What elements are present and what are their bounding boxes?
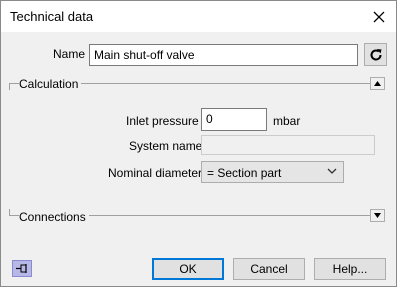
inlet-pressure-input[interactable]: 0 <box>201 108 267 131</box>
ok-button[interactable]: OK <box>152 258 224 280</box>
inlet-pressure-label: Inlet pressure <box>126 114 199 128</box>
connections-expand-button[interactable] <box>370 209 385 222</box>
calculation-header: Calculation <box>19 77 82 91</box>
close-button[interactable] <box>362 1 396 32</box>
help-button[interactable]: Help... <box>314 258 386 280</box>
system-name-label: System name <box>129 139 203 153</box>
title-bar: Technical data <box>1 1 396 32</box>
window-title: Technical data <box>10 9 94 24</box>
close-icon <box>373 11 385 22</box>
nominal-diameter-value: = Section part <box>207 166 282 180</box>
name-input[interactable]: Main shut-off valve <box>89 44 358 66</box>
name-label: Name <box>53 47 86 61</box>
collapse-up-icon <box>374 81 381 86</box>
calculation-collapse-button[interactable] <box>370 77 385 90</box>
connections-header: Connections <box>19 210 89 224</box>
system-name-input[interactable] <box>201 135 375 155</box>
inlet-pressure-unit: mbar <box>273 114 301 128</box>
chevron-down-icon <box>327 168 337 174</box>
expand-down-icon <box>374 213 381 218</box>
cancel-button[interactable]: Cancel <box>233 258 305 280</box>
pin-button[interactable] <box>12 260 32 277</box>
dialog-window: Technical data Name Main shut-off valve … <box>0 0 397 287</box>
refresh-icon <box>370 48 382 61</box>
calculation-divider-tick <box>9 83 10 90</box>
connections-divider-tick <box>9 209 10 216</box>
refresh-button[interactable] <box>364 43 387 66</box>
pin-icon <box>16 264 27 273</box>
nominal-diameter-select[interactable]: = Section part <box>201 161 344 183</box>
nominal-diameter-label: Nominal diameter <box>108 166 203 180</box>
